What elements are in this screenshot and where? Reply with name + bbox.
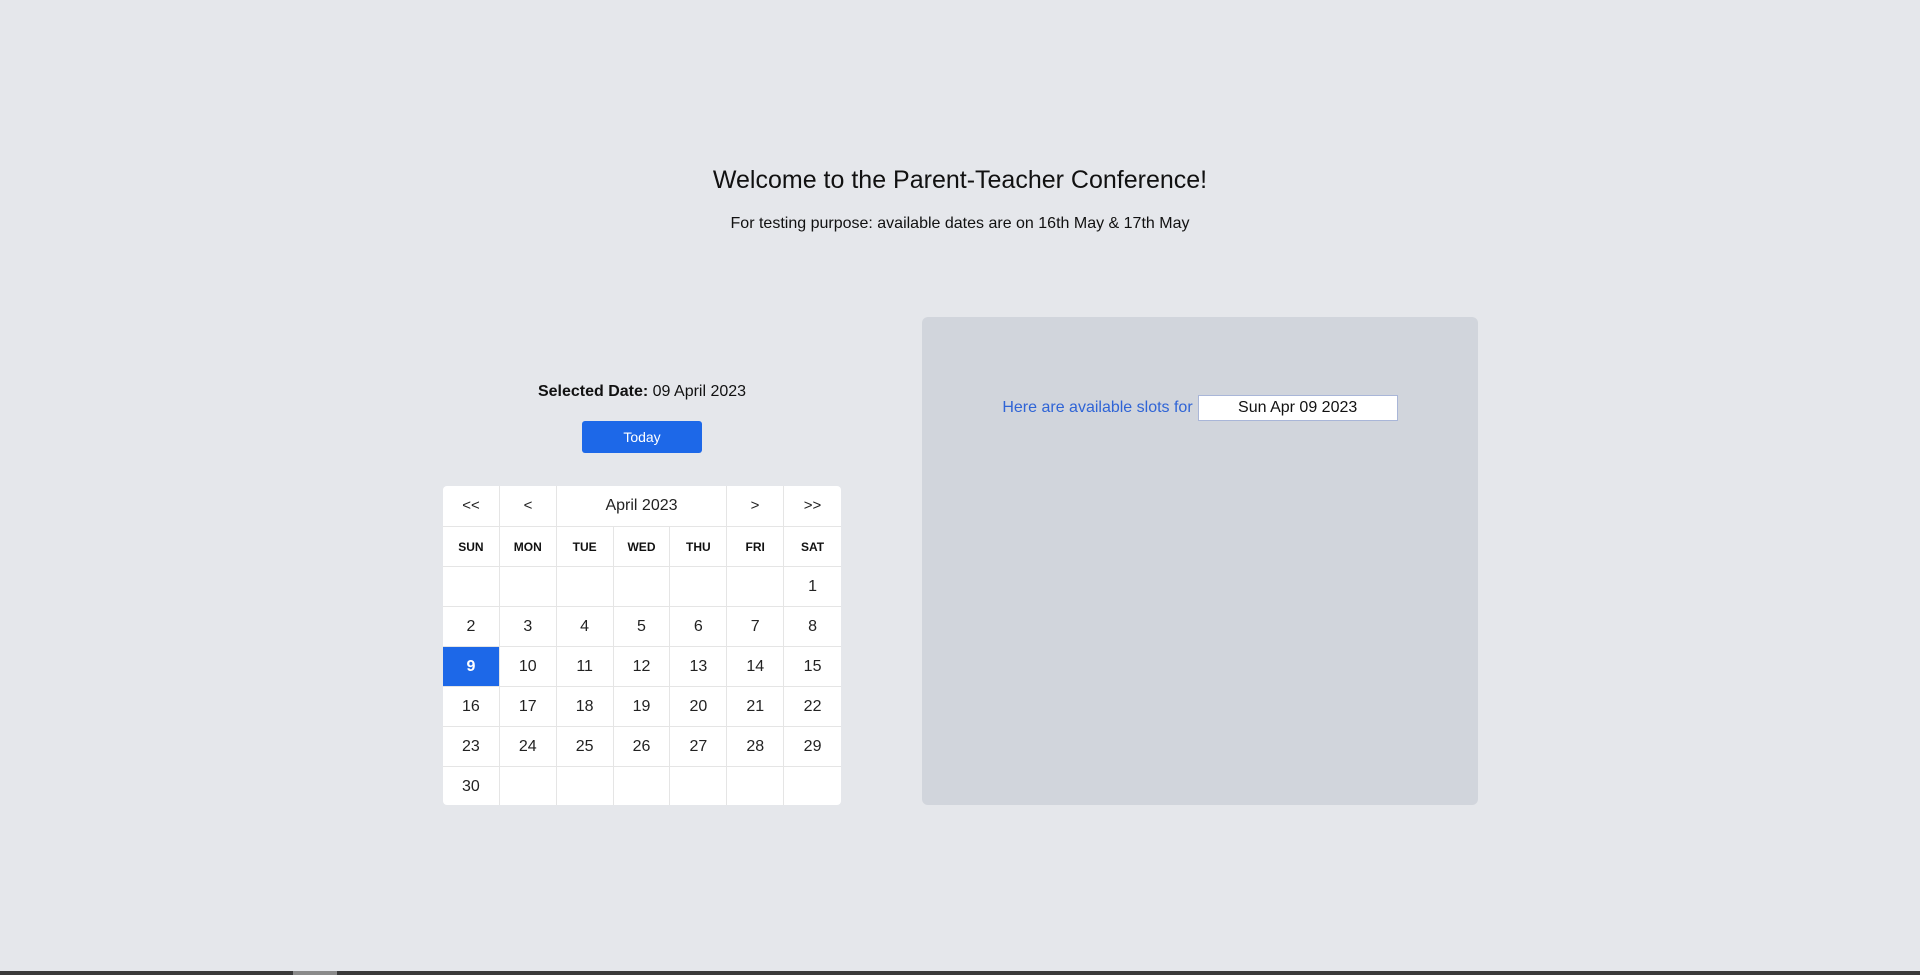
weekday-header: TUE [556, 527, 614, 567]
page-title: Welcome to the Parent-Teacher Conference… [712, 166, 1208, 194]
slots-label: Here are available slots for [1002, 399, 1193, 416]
calendar-day[interactable]: 12 [613, 647, 671, 687]
weekday-header: WED [613, 527, 671, 567]
calendar-empty-cell [784, 767, 841, 805]
calendar-day[interactable]: 6 [670, 607, 728, 647]
slots-header: Here are available slots for [922, 395, 1478, 421]
calendar-empty-cell [499, 567, 557, 607]
calendar-day[interactable]: 14 [727, 647, 785, 687]
calendar-empty-cell [670, 567, 728, 607]
calendar-empty-cell [556, 567, 614, 607]
weekday-header: MON [499, 527, 557, 567]
calendar-day[interactable]: 22 [784, 687, 841, 727]
calendar-day[interactable]: 29 [784, 727, 841, 767]
calendar-empty-cell [727, 767, 785, 805]
selected-date-label: Selected Date: [537, 383, 649, 400]
calendar-day[interactable]: 10 [499, 647, 557, 687]
calendar-day[interactable]: 26 [613, 727, 671, 767]
selected-date: Selected Date: 09 April 2023 [443, 381, 841, 403]
page: Welcome to the Parent-Teacher Conference… [0, 0, 1920, 975]
calendar-day[interactable]: 27 [670, 727, 728, 767]
next-year-button[interactable]: >> [784, 486, 841, 526]
calendar-day[interactable]: 24 [499, 727, 557, 767]
calendar-day[interactable]: 20 [670, 687, 728, 727]
calendar-day[interactable]: 13 [670, 647, 728, 687]
weekday-header: THU [670, 527, 728, 567]
calendar-day[interactable]: 11 [556, 647, 614, 687]
calendar-day[interactable]: 4 [556, 607, 614, 647]
calendar-day[interactable]: 7 [727, 607, 785, 647]
calendar-day[interactable]: 2 [443, 607, 500, 647]
calendar-empty-cell [557, 767, 614, 805]
calendar-empty-cell [727, 567, 785, 607]
calendar-day[interactable]: 8 [784, 607, 841, 647]
calendar-day[interactable]: 16 [443, 687, 500, 727]
calendar-empty-cell [670, 767, 728, 805]
calendar-day[interactable]: 18 [556, 687, 614, 727]
slots-date-input[interactable] [1197, 395, 1398, 421]
calendar-empty-cell [613, 567, 671, 607]
prev-month-button[interactable]: < [500, 486, 557, 526]
calendar-day[interactable]: 19 [613, 687, 671, 727]
page-subtitle: For testing purpose: available dates are… [730, 215, 1190, 232]
weekday-header: FRI [727, 527, 785, 567]
today-button[interactable]: Today [582, 421, 702, 453]
calendar-day[interactable]: 21 [727, 687, 785, 727]
calendar-day[interactable]: 9 [443, 647, 500, 687]
selected-date-value: 09 April 2023 [652, 383, 747, 400]
calendar-empty-cell [443, 567, 500, 607]
weekday-header: SAT [784, 527, 841, 567]
calendar-day[interactable]: 17 [499, 687, 557, 727]
calendar-day[interactable]: 23 [443, 727, 500, 767]
calendar: << < April 2023 > >> SUN MON TUE WED THU… [443, 486, 841, 805]
calendar-day[interactable]: 3 [499, 607, 557, 647]
calendar-day[interactable]: 25 [556, 727, 614, 767]
scrollbar-thumb[interactable] [293, 971, 337, 975]
available-slots-panel: Here are available slots for [922, 317, 1478, 805]
weekday-header: SUN [443, 527, 500, 567]
calendar-empty-cell [614, 767, 671, 805]
calendar-empty-cell [500, 767, 557, 805]
horizontal-scrollbar[interactable] [0, 971, 1920, 975]
calendar-day[interactable]: 30 [443, 767, 500, 805]
calendar-day[interactable]: 1 [784, 567, 841, 607]
prev-year-button[interactable]: << [443, 486, 500, 526]
next-month-button[interactable]: > [727, 486, 784, 526]
calendar-grid: SUN MON TUE WED THU FRI SAT 1 2 3 4 5 6 7 8 9 10 1… [443, 527, 841, 805]
calendar-navigation: << < April 2023 > >> [443, 486, 841, 527]
calendar-day[interactable]: 15 [784, 647, 841, 687]
calendar-month-label[interactable]: April 2023 [557, 486, 727, 526]
calendar-day[interactable]: 28 [727, 727, 785, 767]
calendar-day[interactable]: 5 [613, 607, 671, 647]
